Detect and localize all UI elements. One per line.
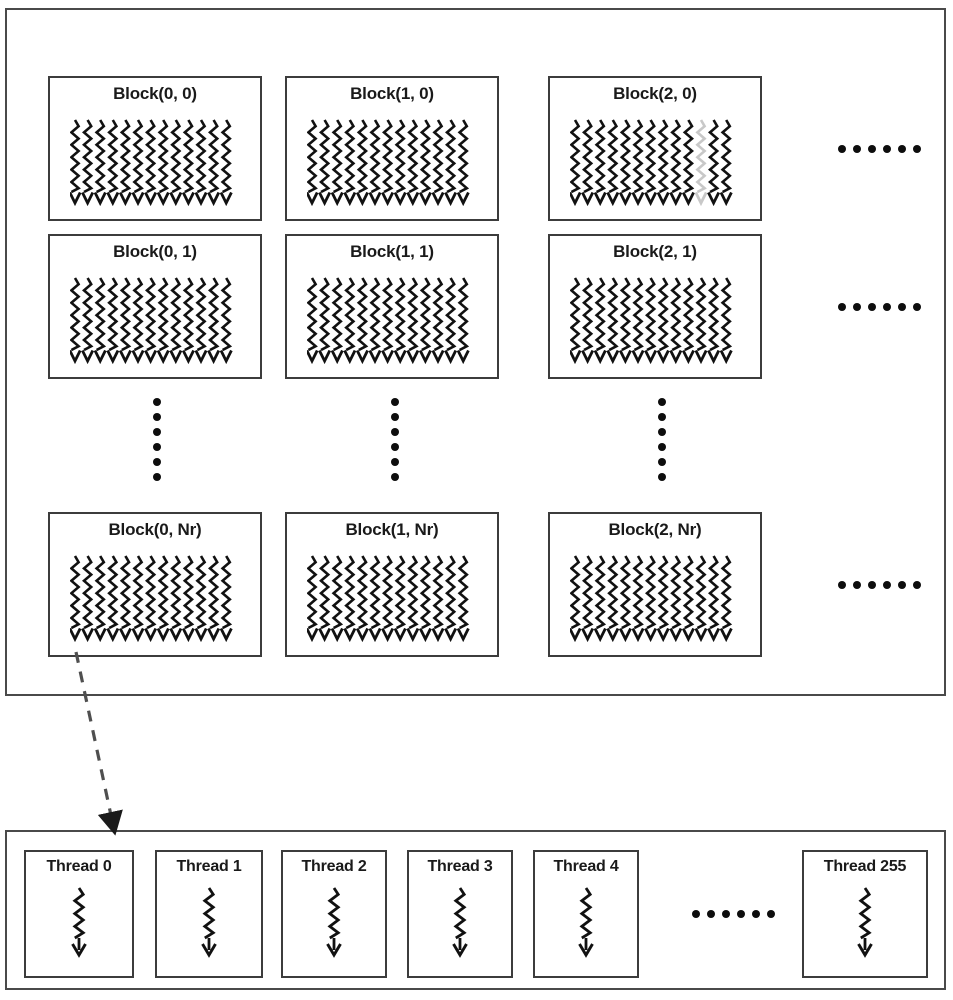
- ellipsis-dot: [153, 398, 161, 406]
- block-label: Block(1, Nr): [345, 520, 439, 539]
- thread-squiggle-icon: [26, 886, 132, 958]
- grid-container: Block(0, 0) Block(1, 0) Block(2, 0) Block(0…: [5, 8, 946, 696]
- thread-squiggles-icon: [550, 554, 760, 642]
- ellipsis-dot: [913, 302, 921, 311]
- ellipsis-dot: [898, 302, 906, 311]
- block-box[interactable]: Block(0, Nr): [48, 512, 262, 657]
- thread-box[interactable]: Thread 0: [24, 850, 134, 978]
- ellipsis-dot: [883, 144, 891, 153]
- thread-ellipsis: [692, 910, 775, 918]
- block-box[interactable]: Block(1, Nr): [285, 512, 499, 657]
- ellipsis-dot: [658, 413, 666, 421]
- block-label: Block(2, Nr): [608, 520, 702, 539]
- ellipsis-dot: [707, 910, 715, 918]
- ellipsis-dot: [391, 428, 399, 436]
- column-ellipsis: [391, 398, 399, 481]
- thread-label: Thread 3: [427, 858, 493, 875]
- ellipsis-dot: [391, 398, 399, 406]
- thread-label: Thread 2: [301, 858, 367, 875]
- ellipsis-dot: [153, 473, 161, 481]
- block-box[interactable]: Block(2, Nr): [548, 512, 762, 657]
- block-label: Block(2, 0): [613, 84, 697, 103]
- ellipsis-dot: [868, 580, 876, 589]
- block-box[interactable]: Block(1, 0): [285, 76, 499, 221]
- thread-squiggles-icon: [50, 276, 260, 364]
- thread-box[interactable]: Thread 4: [533, 850, 639, 978]
- ellipsis-dot: [658, 458, 666, 466]
- ellipsis-dot: [658, 473, 666, 481]
- block-box[interactable]: Block(0, 1): [48, 234, 262, 379]
- ellipsis-dot: [868, 302, 876, 311]
- thread-label: Thread 255: [823, 858, 907, 875]
- ellipsis-dot: [153, 443, 161, 451]
- ellipsis-dot: [853, 302, 861, 311]
- ellipsis-dot: [853, 580, 861, 589]
- block-box[interactable]: Block(0, 0): [48, 76, 262, 221]
- thread-squiggles-icon: [287, 554, 497, 642]
- ellipsis-dot: [153, 413, 161, 421]
- ellipsis-dot: [391, 458, 399, 466]
- ellipsis-dot: [658, 428, 666, 436]
- thread-squiggles-icon: [550, 276, 760, 364]
- thread-box[interactable]: Thread 255: [802, 850, 928, 978]
- ellipsis-dot: [913, 580, 921, 589]
- ellipsis-dot: [767, 910, 775, 918]
- thread-squiggle-icon: [804, 886, 926, 958]
- thread-squiggle-icon: [157, 886, 261, 958]
- ellipsis-dot: [883, 580, 891, 589]
- ellipsis-dot: [658, 443, 666, 451]
- ellipsis-dot: [838, 580, 846, 589]
- block-box[interactable]: Block(2, 1): [548, 234, 762, 379]
- thread-squiggles-icon: [50, 118, 260, 206]
- block-label: Block(2, 1): [613, 242, 697, 261]
- ellipsis-dot: [898, 144, 906, 153]
- block-label: Block(0, 0): [113, 84, 197, 103]
- thread-label: Thread 0: [46, 858, 112, 875]
- block-label: Block(1, 0): [350, 84, 434, 103]
- thread-squiggle-icon: [409, 886, 511, 958]
- diagram-canvas: Block(0, 0) Block(1, 0) Block(2, 0) Block(0…: [0, 0, 953, 1000]
- thread-squiggle-icon: [535, 886, 637, 958]
- ellipsis-dot: [391, 473, 399, 481]
- column-ellipsis: [658, 398, 666, 481]
- block-label: Block(1, 1): [350, 242, 434, 261]
- ellipsis-dot: [692, 910, 700, 918]
- thread-label: Thread 4: [553, 858, 619, 875]
- thread-box[interactable]: Thread 3: [407, 850, 513, 978]
- block-box[interactable]: Block(2, 0): [548, 76, 762, 221]
- thread-squiggles-icon: [287, 118, 497, 206]
- row-ellipsis: [838, 580, 921, 589]
- ellipsis-dot: [722, 910, 730, 918]
- ellipsis-dot: [153, 458, 161, 466]
- ellipsis-dot: [838, 144, 846, 153]
- thread-squiggle-icon: [283, 886, 385, 958]
- ellipsis-dot: [153, 428, 161, 436]
- thread-box[interactable]: Thread 2: [281, 850, 387, 978]
- ellipsis-dot: [838, 302, 846, 311]
- block-box[interactable]: Block(1, 1): [285, 234, 499, 379]
- ellipsis-dot: [391, 443, 399, 451]
- ellipsis-dot: [868, 144, 876, 153]
- column-ellipsis: [153, 398, 161, 481]
- thread-block-container: Thread 0 Thread 1 Thread 2 Thread 3 Thread 4…: [5, 830, 946, 990]
- row-ellipsis: [838, 302, 921, 311]
- ellipsis-dot: [391, 413, 399, 421]
- thread-squiggles-icon: [287, 276, 497, 364]
- row-ellipsis: [838, 144, 921, 153]
- ellipsis-dot: [752, 910, 760, 918]
- thread-label: Thread 1: [176, 858, 242, 875]
- ellipsis-dot: [898, 580, 906, 589]
- ellipsis-dot: [883, 302, 891, 311]
- ellipsis-dot: [853, 144, 861, 153]
- ellipsis-dot: [737, 910, 745, 918]
- thread-squiggles-icon: [50, 554, 260, 642]
- ellipsis-dot: [913, 144, 921, 153]
- thread-squiggles-icon: [550, 118, 760, 206]
- block-label: Block(0, 1): [113, 242, 197, 261]
- block-label: Block(0, Nr): [108, 520, 202, 539]
- thread-box[interactable]: Thread 1: [155, 850, 263, 978]
- ellipsis-dot: [658, 398, 666, 406]
